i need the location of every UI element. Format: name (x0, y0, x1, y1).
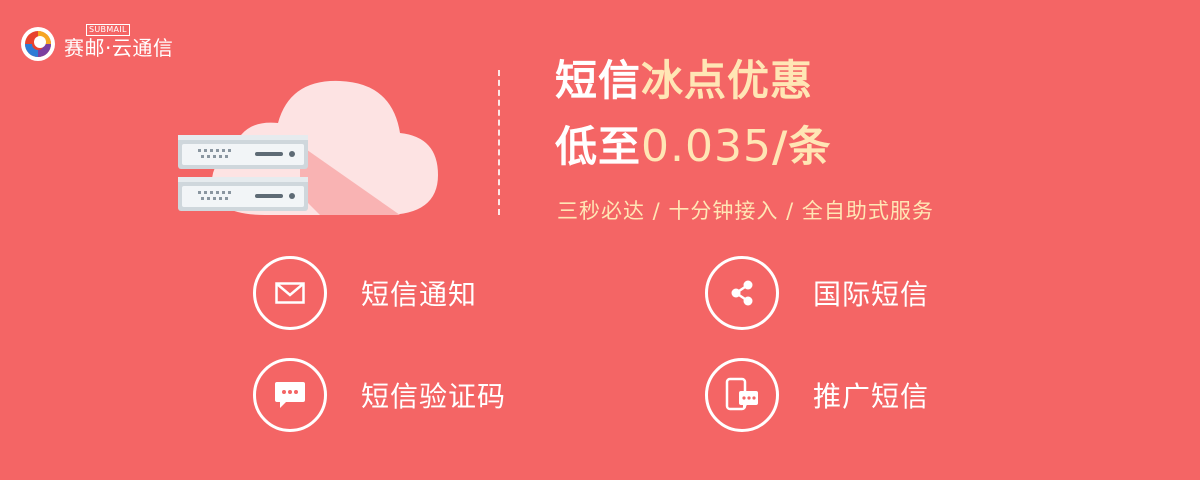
feature-sms-verification[interactable]: 短信验证码 (253, 358, 506, 432)
promo-banner: SUBMAIL 赛邮·云通信 短信冰点优惠 低至0.035/条 三秒必达 / 十… (0, 0, 1200, 480)
chat-bubble-icon (275, 382, 305, 408)
feature-icon-circle (705, 256, 779, 330)
price-amount: 0.035 (641, 121, 772, 172)
price-line: 低至0.035/条 (555, 120, 831, 174)
tagline: 三秒必达 / 十分钟接入 / 全自助式服务 (557, 199, 934, 223)
share-icon (731, 280, 753, 306)
brand-logo-icon (21, 27, 55, 61)
feature-icon-circle (705, 358, 779, 432)
feature-label: 国际短信 (813, 278, 930, 311)
feature-icon-circle (253, 358, 327, 432)
brand-name: 赛邮·云通信 (64, 36, 174, 60)
feature-label: 推广短信 (813, 380, 930, 413)
headline-part2: 冰点优惠 (641, 56, 814, 105)
cloud-server-illustration (178, 80, 438, 215)
feature-international-sms[interactable]: 国际短信 (705, 256, 929, 330)
price-prefix: 低至 (555, 122, 642, 171)
feature-icon-circle (253, 256, 327, 330)
headline: 短信冰点优惠 (555, 55, 813, 107)
feature-label: 短信验证码 (361, 380, 507, 413)
vertical-divider (498, 70, 500, 215)
price-unit: /条 (771, 122, 832, 171)
phone-message-icon (725, 377, 758, 411)
feature-promotional-sms[interactable]: 推广短信 (705, 358, 929, 432)
envelope-icon (275, 282, 305, 304)
feature-label: 短信通知 (361, 278, 478, 311)
brand-sub-label: SUBMAIL (86, 24, 130, 36)
feature-sms-notification[interactable]: 短信通知 (253, 256, 477, 330)
brand-logo[interactable]: SUBMAIL 赛邮·云通信 (20, 22, 200, 62)
headline-part1: 短信 (555, 56, 642, 105)
